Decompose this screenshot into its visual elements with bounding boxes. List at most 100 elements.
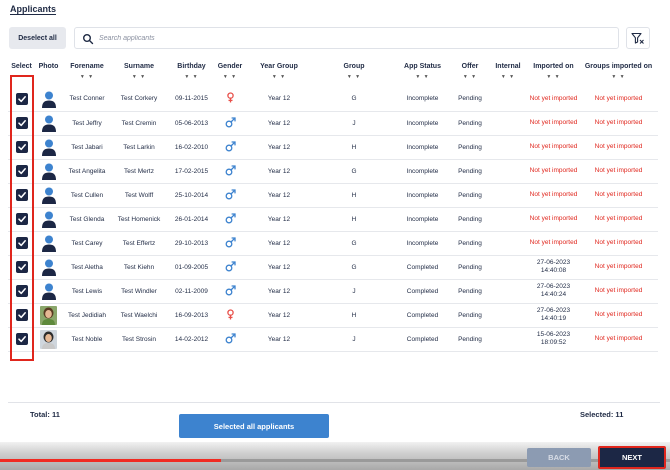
row-checkbox[interactable]: [15, 285, 28, 297]
row-checkbox[interactable]: [15, 165, 28, 177]
row-checkbox[interactable]: [15, 237, 28, 249]
groups-imported-on-cell: Not yet imported: [579, 111, 658, 136]
table-row: Test Glenda Test Homenick 26-01-2014 Year 1…: [8, 207, 658, 232]
forename-cell: Test Noble: [62, 327, 112, 352]
column-header-groups-imported-on[interactable]: Groups imported on ▼ ▼: [579, 60, 658, 87]
offer-cell: Pending: [452, 183, 488, 208]
column-header-imported-on[interactable]: Imported on ▼ ▼: [528, 60, 579, 87]
select-cell: [8, 207, 35, 232]
avatar-icon: [41, 187, 56, 204]
photo-cell: [35, 327, 62, 352]
select-cell: [8, 135, 35, 160]
row-checkbox[interactable]: [15, 92, 28, 105]
app-status-cell: Incomplete: [393, 135, 452, 160]
select-cell: [8, 279, 35, 304]
column-header-group[interactable]: Group ▼ ▼: [315, 60, 393, 87]
group-cell: G: [315, 231, 393, 256]
sort-filter-icon[interactable]: ▼ ▼: [452, 73, 488, 81]
app-status-cell: Completed: [393, 279, 452, 304]
sort-filter-icon[interactable]: ▼ ▼: [488, 73, 528, 81]
surname-cell: Test Larkin: [112, 135, 166, 160]
next-button[interactable]: NEXT: [598, 446, 666, 469]
imported-on-cell: 27-06-2023 14:40:08: [528, 255, 579, 280]
imported-on-cell: Not yet imported: [528, 135, 579, 160]
total-count: Total: 11: [30, 410, 60, 419]
select-cell: [8, 327, 35, 352]
select-all-button[interactable]: Selected all applicants: [179, 414, 329, 438]
surname-cell: Test Windler: [112, 279, 166, 304]
internal-cell: [488, 135, 528, 160]
select-cell: [8, 111, 35, 136]
gender-cell: [217, 303, 243, 328]
filter-clear-button[interactable]: [626, 27, 650, 49]
male-icon: [225, 164, 236, 175]
row-checkbox[interactable]: [15, 213, 28, 225]
photo-cell: [35, 87, 62, 112]
photo-cell: [35, 231, 62, 256]
gender-cell: [217, 111, 243, 136]
row-checkbox[interactable]: [15, 117, 28, 129]
groups-imported-on-cell: Not yet imported: [579, 303, 658, 328]
group-cell: G: [315, 159, 393, 184]
checkmark-icon: [17, 240, 26, 247]
avatar-icon: [41, 163, 56, 180]
column-header-internal[interactable]: Internal ▼ ▼: [488, 60, 528, 87]
table-row: Test Angelita Test Mertz 17-02-2015 Year 12…: [8, 159, 658, 184]
offer-cell: Pending: [452, 135, 488, 160]
sort-filter-icon[interactable]: ▼ ▼: [112, 73, 166, 81]
column-header-surname[interactable]: Surname ▼ ▼: [112, 60, 166, 87]
column-header-app-status[interactable]: App Status ▼ ▼: [393, 60, 452, 87]
column-header-label: Offer: [461, 63, 479, 70]
row-checkbox[interactable]: [15, 141, 28, 153]
group-cell: J: [315, 279, 393, 304]
male-icon: [225, 284, 236, 295]
photo-cell: [35, 135, 62, 160]
column-header-gender[interactable]: Gender ▼ ▼: [217, 60, 243, 87]
app-status-cell: Incomplete: [393, 111, 452, 136]
sort-filter-icon[interactable]: ▼ ▼: [62, 73, 112, 81]
forename-cell: Test Jeffry: [62, 111, 112, 136]
column-header-birthday[interactable]: Birthday ▼ ▼: [166, 60, 217, 87]
forename-cell: Test Angelita: [62, 159, 112, 184]
row-checkbox[interactable]: [15, 333, 28, 345]
male-icon: [225, 188, 236, 199]
sort-filter-icon[interactable]: ▼ ▼: [243, 73, 315, 81]
search-box[interactable]: [74, 27, 619, 49]
sort-filter-icon[interactable]: ▼ ▼: [315, 73, 393, 81]
avatar-icon: [41, 139, 56, 156]
app-status-cell: Incomplete: [393, 159, 452, 184]
year-group-cell: Year 12: [243, 111, 315, 136]
birthday-cell: 16-02-2010: [166, 135, 217, 160]
male-icon: [225, 260, 236, 271]
search-icon: [83, 34, 94, 45]
groups-imported-on-cell: Not yet imported: [579, 183, 658, 208]
filter-clear-icon: [631, 32, 644, 44]
sort-filter-icon[interactable]: ▼ ▼: [528, 73, 579, 81]
offer-cell: Pending: [452, 327, 488, 352]
row-checkbox[interactable]: [15, 261, 28, 273]
birthday-cell: 29-10-2013: [166, 231, 217, 256]
column-header-forename[interactable]: Forename ▼ ▼: [62, 60, 112, 87]
checkmark-icon: [17, 192, 26, 199]
sort-filter-icon[interactable]: ▼ ▼: [579, 73, 658, 81]
surname-cell: Test Homenick: [112, 207, 166, 232]
column-header-photo: Photo: [35, 60, 62, 87]
offer-cell: Pending: [452, 111, 488, 136]
back-button[interactable]: BACK: [527, 448, 591, 467]
sort-filter-icon[interactable]: ▼ ▼: [166, 73, 217, 81]
column-header-year-group[interactable]: Year Group ▼ ▼: [243, 60, 315, 87]
table-row: Test Lewis Test Windler 02-11-2009 Year 12 J…: [8, 279, 658, 304]
sort-filter-icon[interactable]: ▼ ▼: [217, 73, 243, 81]
avatar-icon: [41, 91, 56, 108]
row-checkbox[interactable]: [15, 189, 28, 201]
column-header-offer[interactable]: Offer ▼ ▼: [452, 60, 488, 87]
deselect-all-button[interactable]: Deselect all: [9, 27, 66, 49]
internal-cell: [488, 159, 528, 184]
checkmark-icon: [17, 336, 26, 343]
sort-filter-icon[interactable]: ▼ ▼: [393, 73, 452, 81]
row-checkbox[interactable]: [15, 309, 28, 321]
search-input[interactable]: [99, 31, 499, 46]
groups-imported-on-cell: Not yet imported: [579, 255, 658, 280]
year-group-cell: Year 12: [243, 159, 315, 184]
male-icon: [225, 236, 236, 247]
